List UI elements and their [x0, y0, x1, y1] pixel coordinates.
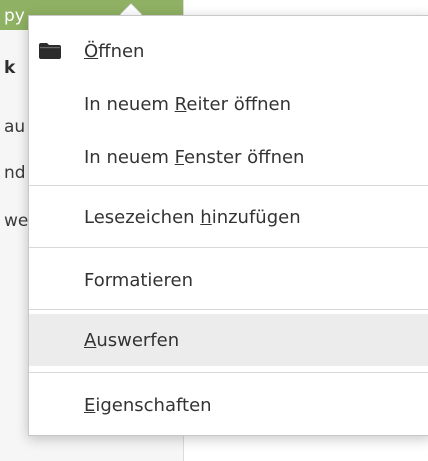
menu-separator	[29, 185, 428, 186]
menu-separator	[29, 247, 428, 248]
menu-item-label: Lesezeichen hinzufügen	[84, 206, 301, 228]
sidebar-item-selected-label: py	[4, 6, 25, 26]
menu-item-open-tab[interactable]: In neuem Reiter öffnen	[29, 78, 428, 130]
folder-icon	[39, 43, 61, 59]
context-menu: Öffnen In neuem Reiter öffnen In neuem F…	[28, 15, 428, 436]
menu-item-open[interactable]: Öffnen	[29, 25, 428, 77]
sidebar-item-label[interactable]: we	[4, 211, 28, 231]
menu-item-eject[interactable]: Auswerfen	[29, 314, 428, 366]
menu-item-label: In neuem Fenster öffnen	[84, 146, 305, 168]
menu-item-format[interactable]: Formatieren	[29, 254, 428, 306]
menu-item-label: Auswerfen	[84, 329, 180, 351]
menu-separator	[29, 372, 428, 373]
menu-pointer	[120, 4, 142, 15]
menu-item-label: Eigenschaften	[84, 394, 212, 416]
menu-item-add-bookmark[interactable]: Lesezeichen hinzufügen	[29, 191, 428, 243]
sidebar-item-label[interactable]: nd	[4, 163, 26, 183]
menu-item-label: In neuem Reiter öffnen	[84, 93, 292, 115]
sidebar-item-label[interactable]: k	[4, 58, 15, 78]
menu-item-open-window[interactable]: In neuem Fenster öffnen	[29, 131, 428, 183]
menu-separator	[29, 309, 428, 310]
menu-item-label: Formatieren	[84, 269, 193, 291]
menu-item-label: Öffnen	[84, 40, 145, 62]
sidebar-item-label[interactable]: au	[4, 117, 25, 137]
menu-item-properties[interactable]: Eigenschaften	[29, 379, 428, 431]
